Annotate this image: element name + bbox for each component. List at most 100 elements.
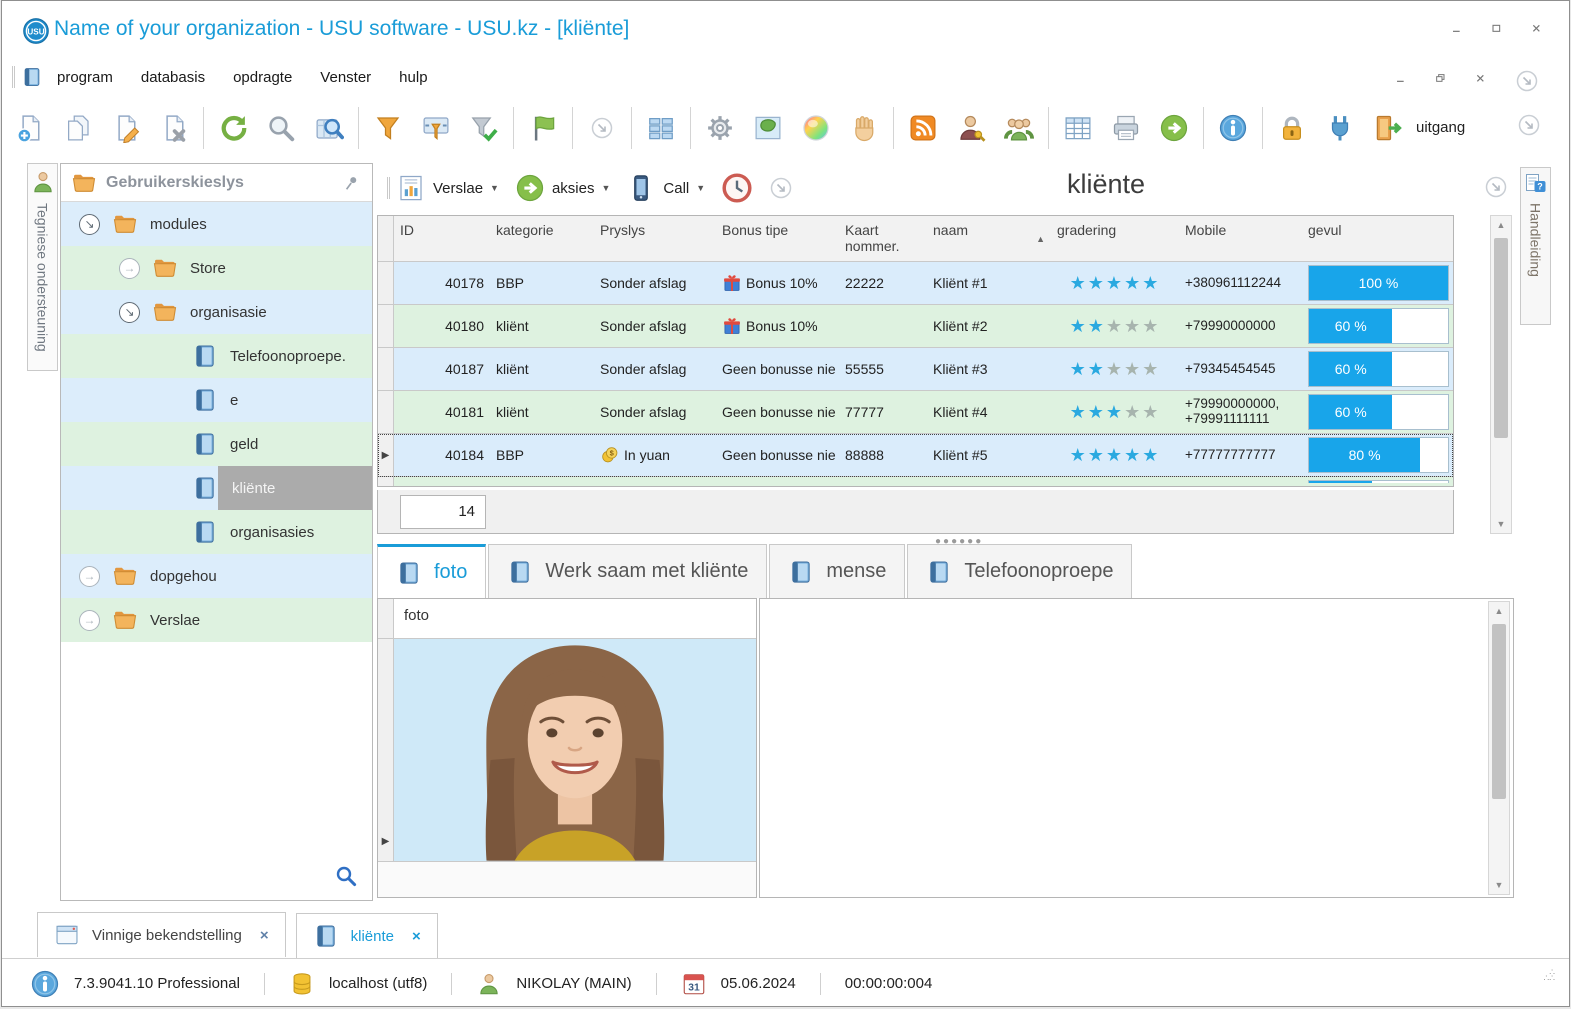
toolbar-filter-button[interactable] [366, 104, 410, 152]
tree-item-store[interactable]: → Store [61, 246, 372, 290]
toolbar-rss-button[interactable] [901, 104, 945, 152]
more-button[interactable] [769, 176, 793, 200]
window-tab-kli-nte[interactable]: kliënte × [295, 913, 438, 961]
table-scrollbar[interactable]: ▲ ▼ [1490, 215, 1512, 534]
tab-handleiding[interactable]: ? Handleiding [1520, 167, 1551, 325]
scroll-thumb[interactable] [1494, 238, 1508, 438]
column-header-kategorie[interactable]: kategorie [490, 216, 594, 261]
toolbar-flag-button[interactable] [521, 104, 565, 152]
toolbar-overflow-icon[interactable] [1517, 113, 1541, 137]
toolbar-settings-button[interactable] [698, 104, 742, 152]
menu-databasis[interactable]: databasis [141, 69, 205, 86]
tree-item-modules[interactable]: ↘ modules [61, 202, 372, 246]
expand-icon[interactable]: → [79, 609, 100, 631]
toolbar-grid-views-button[interactable] [639, 104, 683, 152]
toolbar-info-button[interactable] [1211, 104, 1255, 152]
column-header-id[interactable]: ID [394, 216, 490, 261]
toolbar-filter-range-button[interactable] [414, 104, 458, 152]
toolbar-color-wheel-button[interactable] [794, 104, 838, 152]
minimize-button[interactable] [1451, 23, 1467, 39]
mdi-restore-button[interactable] [1435, 73, 1451, 89]
toolbar-hand-button[interactable] [842, 104, 886, 152]
table-row-kli-nt-4[interactable]: 40181 kliënt Sonder afslag Geen bonusse nie… [378, 391, 1453, 434]
table-row-kli-nt-5[interactable]: ▶ 40184 BBP $ In yuan Geen bonusse nie 88888 Kl… [378, 434, 1453, 477]
toolbar-search-grid-button[interactable] [307, 104, 351, 152]
toolbar-delete-record-button[interactable] [152, 104, 196, 152]
close-button[interactable] [1531, 23, 1547, 39]
toolbar-plug-button[interactable] [1318, 104, 1362, 152]
tab-tegniese-ondersteuning[interactable]: Tegniese ondersteuning [27, 163, 58, 371]
table-row-kli-nt-2[interactable]: 40180 kliënt Sonder afslag Bonus 10% Kliënt … [378, 305, 1453, 348]
scroll-up-icon[interactable]: ▲ [1489, 602, 1509, 620]
toolbar-user-key-button[interactable] [949, 104, 993, 152]
menu-hulp[interactable]: hulp [399, 69, 427, 86]
scroll-up-icon[interactable]: ▲ [1491, 216, 1511, 234]
toolbar-exit-button[interactable] [1366, 104, 1410, 152]
window-tab-vinnige-bekendstelling[interactable]: Vinnige bekendstelling × [37, 912, 286, 957]
tree-item-verslae[interactable]: → Verslae [61, 598, 372, 642]
mdi-close-button[interactable] [1475, 73, 1491, 89]
collapse-icon[interactable]: ↘ [119, 301, 140, 323]
maximize-button[interactable] [1491, 23, 1507, 39]
column-header-kaart-nommer-[interactable]: Kaart nommer. [839, 216, 927, 261]
expand-icon[interactable]: → [119, 257, 140, 279]
mdi-minimize-button[interactable] [1395, 73, 1411, 89]
tree-item-e[interactable]: e [61, 378, 372, 422]
tree-item-organisasies[interactable]: organisasies [61, 510, 372, 554]
toolbar-go-next-button[interactable] [1152, 104, 1196, 152]
tree-item-organisasie[interactable]: ↘ organisasie [61, 290, 372, 334]
menu-program[interactable]: program [57, 69, 113, 86]
tree-search-icon[interactable] [334, 864, 358, 888]
column-header-naam[interactable]: naam ▲ [927, 216, 1051, 261]
toolbar-filter-apply-button[interactable] [462, 104, 506, 152]
tree-item-telefoonoproepe-[interactable]: Telefoonoproepe. [61, 334, 372, 378]
menu-Venster[interactable]: Venster [320, 69, 371, 86]
tab-close-icon[interactable]: × [260, 927, 269, 944]
star-rating[interactable]: ★★★★★ [1070, 317, 1161, 335]
verslae-button[interactable]: Verslae ▼ [396, 173, 499, 203]
star-rating[interactable]: ★★★★★ [1070, 403, 1161, 421]
column-header-gradering[interactable]: gradering [1051, 216, 1179, 261]
table-row-kli-nt-1[interactable]: 40178 BBP Sonder afslag Bonus 10% 22222 Kliën… [378, 262, 1453, 305]
detail-tab-mense[interactable]: mense [769, 544, 906, 598]
collapse-icon[interactable]: ↘ [79, 213, 100, 235]
mdi-overflow-icon[interactable] [1515, 69, 1539, 93]
aksies-button[interactable]: aksies ▼ [515, 173, 610, 203]
toolbar-copy-record-button[interactable] [56, 104, 100, 152]
column-header-pryslys[interactable]: Pryslys [594, 216, 716, 261]
detail-tab-telefoonoproepe[interactable]: Telefoonoproepe [907, 544, 1133, 598]
panel-scrollbar[interactable]: ▲ ▼ [1488, 601, 1510, 895]
tree-item-geld[interactable]: geld [61, 422, 372, 466]
resize-grip[interactable]: ∴ ∴∴ [1537, 968, 1555, 987]
scroll-down-icon[interactable]: ▼ [1491, 515, 1511, 533]
toolbar-refresh-button[interactable] [211, 104, 255, 152]
star-rating[interactable]: ★★★★★ [1070, 446, 1161, 464]
tree-item-dopgehou[interactable]: → dopgehou [61, 554, 372, 598]
star-rating[interactable]: ★★★★★ [1070, 274, 1161, 292]
toolbar-search-button[interactable] [259, 104, 303, 152]
tree-item-kli-nte[interactable]: kliënte [61, 466, 372, 510]
toolbar-print-button[interactable] [1104, 104, 1148, 152]
toolbar-more-button[interactable] [580, 104, 624, 152]
toolbar-table-button[interactable] [1056, 104, 1100, 152]
table-row-kli-nt-3[interactable]: 40187 kliënt Sonder afslag Geen bonusse nie… [378, 348, 1453, 391]
column-header-gevul[interactable]: gevul [1304, 216, 1453, 261]
pin-icon[interactable] [342, 173, 362, 193]
toolbar-lock-button[interactable] [1270, 104, 1314, 152]
scroll-down-icon[interactable]: ▼ [1489, 876, 1509, 894]
toolbar-edit-record-button[interactable] [104, 104, 148, 152]
expand-icon[interactable]: → [79, 565, 100, 587]
star-rating[interactable]: ★★★★★ [1070, 360, 1161, 378]
toolbar-add-record-button[interactable] [8, 104, 52, 152]
detail-tab-werk-saam-met-kli-nte[interactable]: Werk saam met kliënte [488, 544, 768, 598]
toolbar-map-button[interactable] [746, 104, 790, 152]
tab-close-icon[interactable]: × [412, 928, 421, 945]
column-header-bonus-tipe[interactable]: Bonus tipe [716, 216, 839, 261]
call-button[interactable]: Call ▼ [626, 173, 705, 203]
clock-button[interactable] [721, 172, 753, 204]
scroll-thumb[interactable] [1492, 624, 1506, 799]
detail-tab-foto[interactable]: foto [377, 544, 487, 598]
panel-overflow-icon[interactable] [1484, 175, 1508, 199]
menu-opdragte[interactable]: opdragte [233, 69, 292, 86]
toolbar-user-group-button[interactable] [997, 104, 1041, 152]
